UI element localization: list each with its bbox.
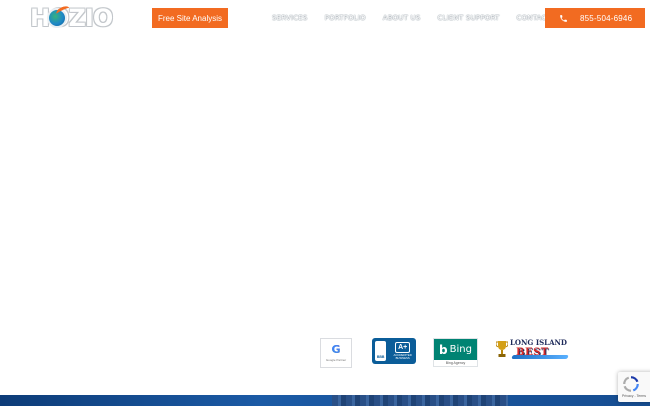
bing-b-icon: b — [439, 342, 448, 357]
bing-caption: Bing Agency — [445, 361, 466, 365]
bing-agency-badge[interactable]: b Bing Bing Agency — [433, 338, 478, 367]
bing-wordmark: Bing — [449, 344, 472, 355]
logo-wordmark: HOZIO — [30, 4, 113, 32]
phone-button[interactable]: 855-504-6946 — [545, 8, 645, 28]
recaptcha-icon — [623, 376, 639, 392]
footer-city-image — [332, 395, 508, 406]
bing-logo: b Bing — [434, 339, 477, 360]
recaptcha-links[interactable]: Privacy - Terms — [622, 394, 646, 398]
main-nav: SERVICES PORTFOLIO ABOUT US CLIENT SUPPO… — [272, 12, 551, 24]
nav-item-services[interactable]: SERVICES — [272, 14, 308, 22]
recaptcha-widget[interactable]: Privacy - Terms — [618, 372, 650, 402]
long-island-text: LONG ISLAND — [510, 338, 567, 347]
nav-item-about-us[interactable]: ABOUT US — [383, 14, 421, 22]
bbb-badge[interactable]: BBB A+ ACCREDITED BUSINESS — [372, 338, 416, 364]
swoosh-decoration — [511, 355, 569, 359]
google-g-icon: G — [331, 343, 341, 356]
footer-band — [0, 395, 650, 406]
free-site-analysis-button[interactable]: Free Site Analysis — [152, 8, 228, 28]
bbb-grade: A+ — [395, 342, 411, 353]
nav-item-client-support[interactable]: CLIENT SUPPORT — [438, 14, 500, 22]
hozio-logo[interactable]: HOZIO — [30, 4, 118, 32]
bbb-caption: ACCREDITED BUSINESS — [393, 353, 412, 360]
trophy-icon — [496, 341, 508, 357]
site-header: HOZIO Free Site Analysis SERVICES PORTFO… — [0, 0, 650, 36]
bbb-torch-icon: BBB — [375, 341, 387, 361]
page: HOZIO Free Site Analysis SERVICES PORTFO… — [0, 0, 650, 406]
nav-item-portfolio[interactable]: PORTFOLIO — [325, 14, 366, 22]
phone-number: 855-504-6946 — [580, 13, 633, 23]
google-badge-caption: Google Partner — [325, 358, 347, 362]
long-island-best-badge[interactable]: LONG ISLAND BEST — [496, 338, 572, 362]
bbb-rating: A+ ACCREDITED BUSINESS — [389, 342, 416, 360]
google-partner-badge[interactable]: G Google Partner — [320, 338, 352, 368]
phone-icon — [558, 13, 568, 23]
